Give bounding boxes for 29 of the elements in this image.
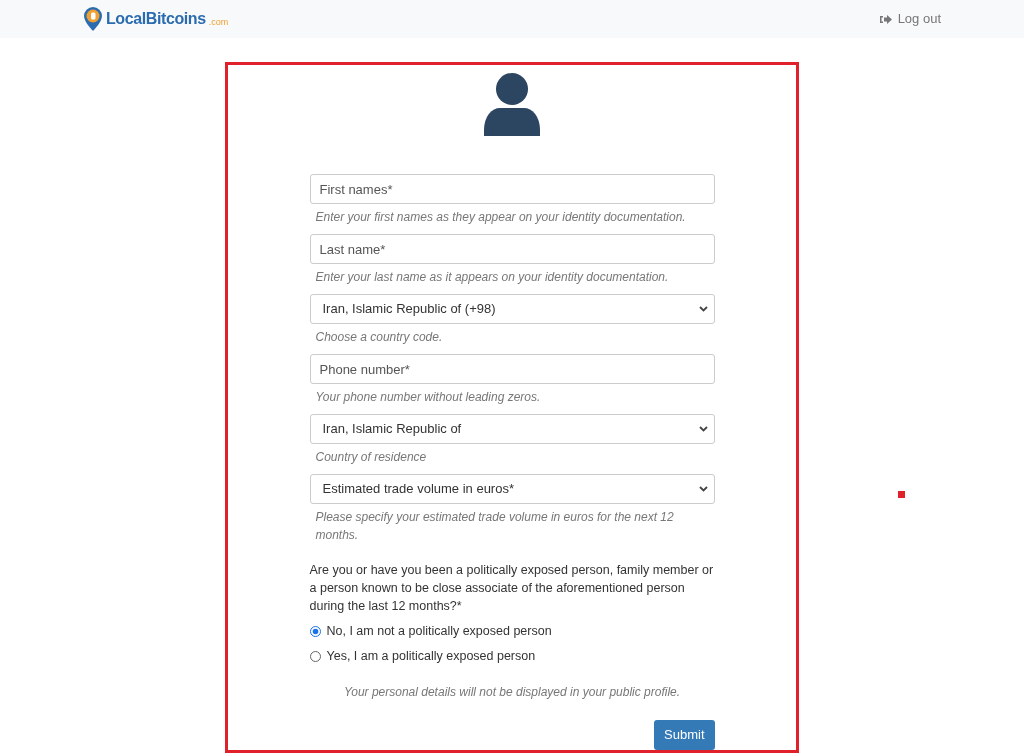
sign-out-icon xyxy=(879,13,892,25)
field-hint: Your phone number without leading zeros. xyxy=(314,389,542,406)
radio-option[interactable]: No, I am not a politically exposed person xyxy=(309,622,552,641)
chevron-down-icon xyxy=(698,306,708,312)
field-hint: Please specify your estimated trade volume in euros for the next 12 months. xyxy=(314,509,675,544)
text-field[interactable]: Last name* xyxy=(309,234,715,264)
logo-icon xyxy=(83,6,103,32)
annotation-marker xyxy=(898,491,905,498)
field-hint: Enter your first names as they appear on your identity documentation. xyxy=(314,209,687,226)
chevron-down-icon xyxy=(698,426,708,432)
radio-button[interactable] xyxy=(309,625,321,637)
select-field[interactable]: Iran, Islamic Republic of xyxy=(309,414,715,444)
field-hint: Enter your last name as it appears on your identity documentation. xyxy=(314,269,670,286)
select-field[interactable]: Estimated trade volume in euros* xyxy=(309,474,715,504)
field-hint: Country of residence xyxy=(314,449,428,466)
submit-button[interactable]: Submit xyxy=(654,719,715,750)
logo-suffix: .com xyxy=(208,15,229,29)
question-text: Are you or have you been a politically exposed person, family member or a person known to be close associate of the aforementioned person during the last 12 months?* xyxy=(309,562,715,615)
radio-button[interactable] xyxy=(309,650,321,662)
logo-text[interactable]: LocalBitcoins xyxy=(106,7,206,31)
field-hint: Choose a country code. xyxy=(314,329,444,346)
chevron-down-icon xyxy=(698,486,708,492)
privacy-note: Your personal details will not be displayed in your public profile. xyxy=(342,683,682,701)
select-field[interactable]: Iran, Islamic Republic of (+98) xyxy=(309,294,715,324)
user-icon xyxy=(484,72,540,136)
text-field[interactable]: Phone number* xyxy=(309,354,715,384)
text-field[interactable]: First names* xyxy=(309,174,715,204)
logout-link[interactable]: Log out xyxy=(879,9,941,29)
radio-option[interactable]: Yes, I am a politically exposed person xyxy=(309,646,536,666)
